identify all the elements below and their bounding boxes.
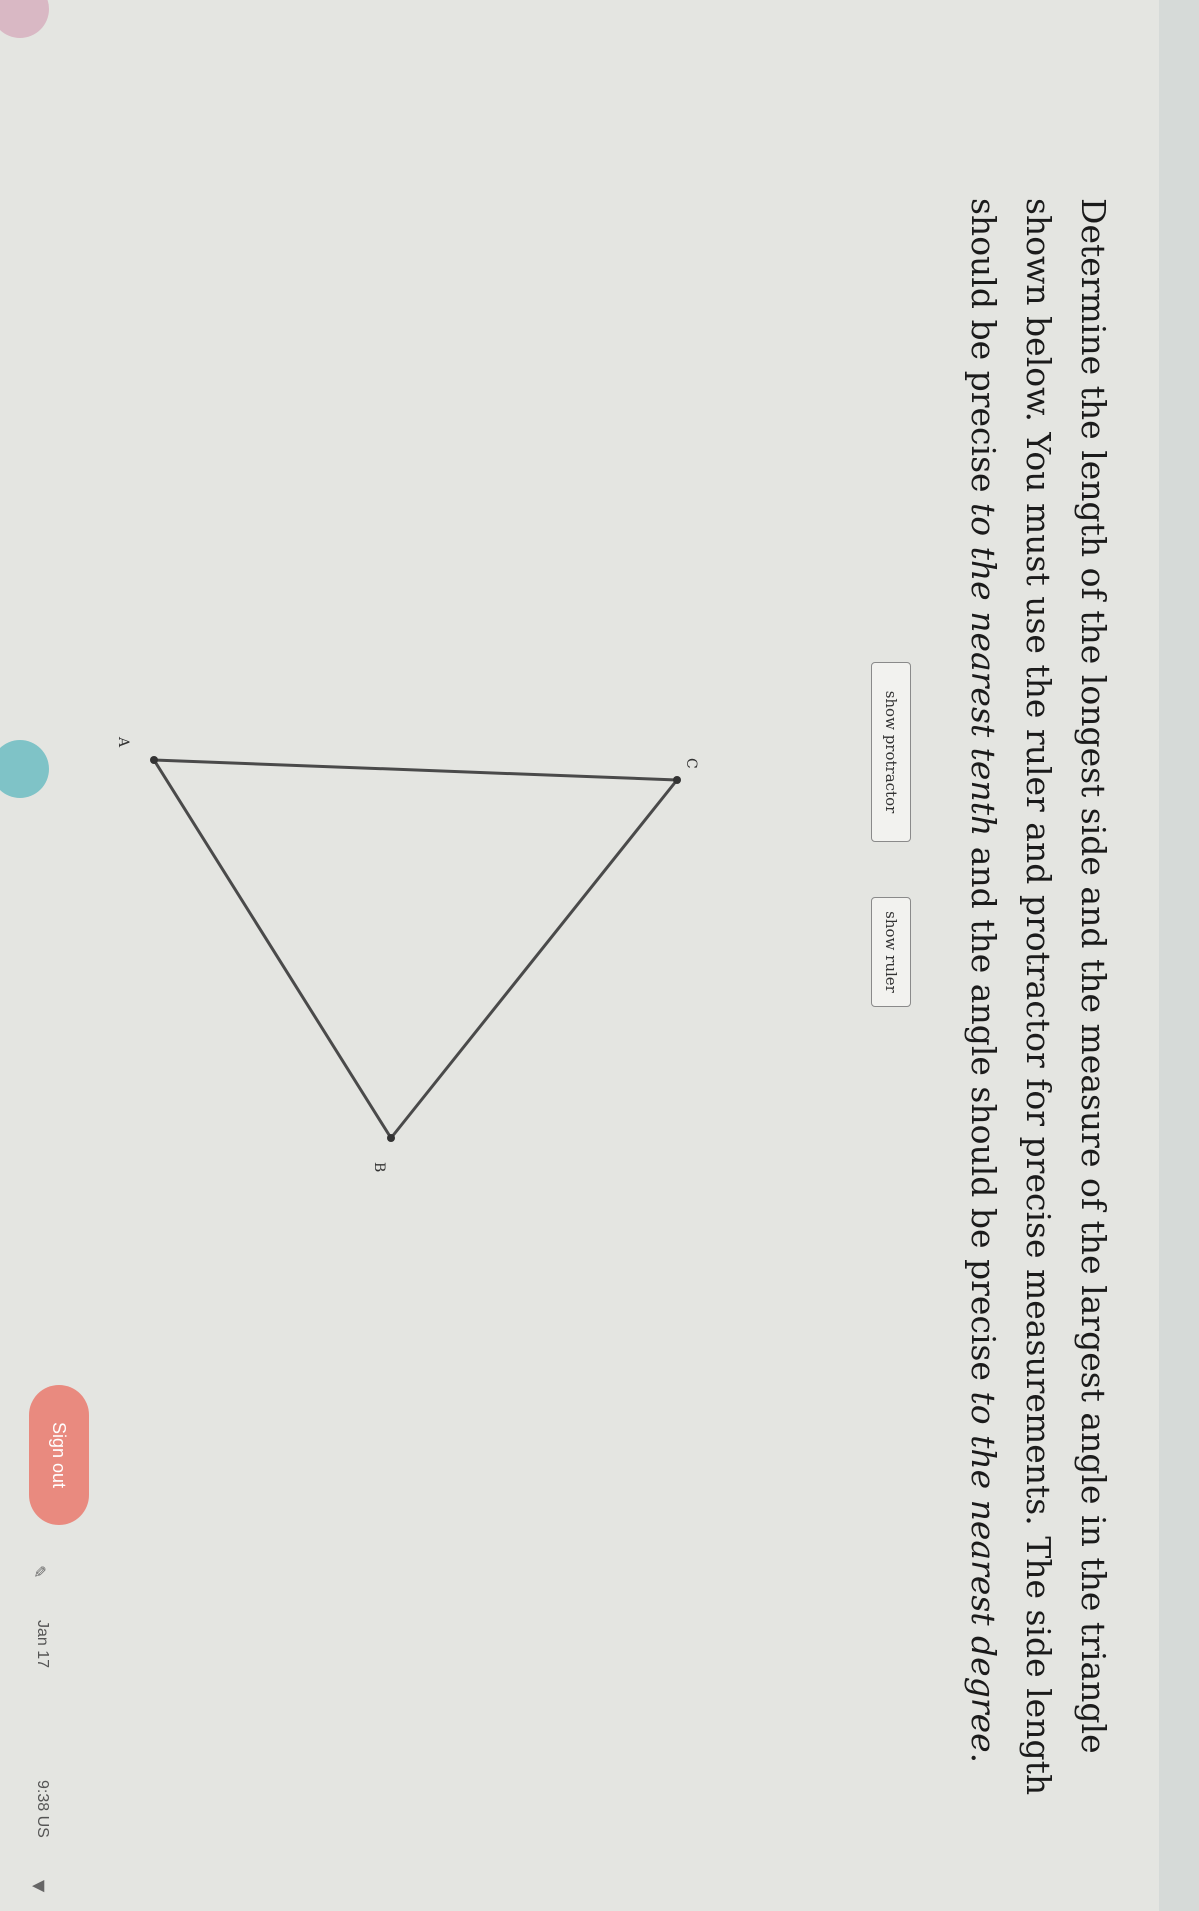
tray-time[interactable]: 9:38 US — [33, 1780, 51, 1838]
tray-date[interactable]: Jan 17 — [33, 1620, 51, 1668]
stylus-icon[interactable]: ✎ — [30, 1565, 49, 1578]
vertex-b-label: B — [371, 1162, 387, 1172]
vertex-a-label: A — [115, 736, 131, 748]
vertex-b-point — [387, 1134, 395, 1142]
vertex-a-point — [150, 756, 158, 764]
triangle-outline — [152, 758, 679, 1140]
vertex-c-label: C — [683, 758, 699, 769]
vertex-c-point — [673, 776, 681, 784]
triangle-figure: A C B — [115, 736, 699, 1172]
rotated-page: Determine the length of the longest side… — [0, 0, 1199, 1911]
screen: Determine the length of the longest side… — [0, 0, 1199, 1911]
wifi-icon[interactable]: ▼ — [30, 1880, 49, 1892]
